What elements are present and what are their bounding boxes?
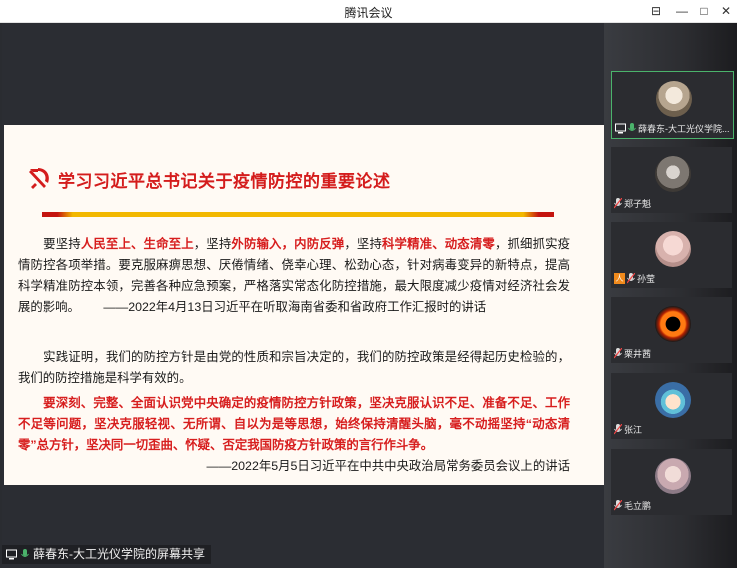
- mic-icon: [628, 122, 636, 131]
- avatar: [655, 156, 691, 192]
- screen-share-label: 薛春东-大工光仪学院的屏幕共享: [2, 545, 211, 564]
- participant-namebar: 毛立鹏: [614, 498, 651, 512]
- participant-name: 毛立鹏: [624, 500, 652, 511]
- mic-muted-icon: [614, 423, 622, 434]
- participant-tile[interactable]: 栗井茜: [611, 297, 732, 363]
- slide: 学习习近平总书记关于疫情防控的重要论述 要坚持人民至上、生命至上，坚持外防输入，…: [4, 125, 604, 485]
- avatar: [655, 382, 691, 418]
- maximize-button[interactable]: □: [694, 2, 714, 20]
- screen-icon: [6, 549, 17, 560]
- participant-namebar: 人 孙莹: [614, 271, 655, 285]
- avatar: [655, 231, 691, 267]
- minimize-button[interactable]: —: [672, 2, 692, 20]
- slide-header: 学习习近平总书记关于疫情防控的重要论述: [26, 163, 586, 193]
- screen-share-icon: [615, 123, 626, 133]
- participant-tile[interactable]: 郑子魁: [611, 147, 732, 213]
- slide-title: 学习习近平总书记关于疫情防控的重要论述: [58, 172, 391, 191]
- window-title: 腾讯会议: [344, 6, 393, 20]
- hammer-sickle-icon: [29, 168, 49, 189]
- avatar: [656, 81, 692, 117]
- p1-text: ，坚持: [344, 237, 382, 251]
- p2-text: 实践证明，我们的防控方针是由党的性质和宗旨决定的，我们的防控政策是经得起历史检验…: [18, 350, 570, 385]
- quote-paragraph-2: 实践证明，我们的防控方针是由党的性质和宗旨决定的，我们的防控政策是经得起历史检验…: [18, 347, 570, 389]
- participant-tile[interactable]: 张江: [611, 373, 732, 439]
- shared-screen: 学习习近平总书记关于疫情防控的重要论述 要坚持人民至上、生命至上，坚持外防输入，…: [2, 23, 604, 568]
- mic-muted-icon: [614, 347, 622, 358]
- participant-name: 薛春东-大工光仪学院...: [638, 123, 730, 134]
- p1-highlight: 科学精准、动态清零: [382, 237, 495, 251]
- mic-icon: [21, 549, 29, 557]
- participant-name: 栗井茜: [624, 348, 652, 359]
- participant-name: 孙莹: [637, 273, 656, 284]
- participant-name: 张江: [624, 424, 643, 435]
- mic-muted-icon: [614, 499, 622, 510]
- p1-text: ，坚持: [193, 237, 232, 251]
- pin-button[interactable]: ⊟: [646, 2, 666, 20]
- quote-paragraph-3: 要深刻、完整、全面认识党中央确定的疫情防控方针政策，坚决克服认识不足、准备不足、…: [18, 393, 570, 477]
- share-label-text: 薛春东-大工光仪学院的屏幕共享: [33, 547, 205, 561]
- quote-paragraph-1: 要坚持人民至上、生命至上，坚持外防输入，内防反弹，坚持科学精准、动态清零，抓细抓…: [18, 234, 570, 318]
- p3-highlight: 要深刻、完整、全面认识党中央确定的疫情防控方针政策，坚决克服认识不足、准备不足、…: [18, 396, 570, 452]
- participant-namebar: 薛春东-大工光仪学院...: [615, 121, 730, 135]
- participant-namebar: 张江: [614, 422, 642, 436]
- participant-namebar: 栗井茜: [614, 346, 651, 360]
- participant-namebar: 郑子魁: [614, 196, 651, 210]
- participant-panel: 薛春东-大工光仪学院... 郑子魁 人 孙莹 栗井茜 张江 毛立鹏: [604, 23, 737, 568]
- close-button[interactable]: ✕: [716, 2, 736, 20]
- p1-highlight: 外防输入，内防反弹: [231, 237, 345, 251]
- title-divider: [42, 212, 554, 217]
- mic-muted-icon: [614, 197, 622, 208]
- p1-source: ——2022年4月13日习近平在听取海南省委和省政府工作汇报时的讲话: [103, 300, 487, 314]
- participant-tile[interactable]: 人 孙莹: [611, 222, 732, 288]
- p1-highlight: 人民至上、生命至上: [80, 237, 194, 251]
- participant-name: 郑子魁: [624, 198, 652, 209]
- mic-muted-icon: [627, 272, 635, 283]
- avatar: [655, 306, 691, 342]
- avatar: [655, 458, 691, 494]
- user-icon: 人: [614, 272, 625, 284]
- participant-tile[interactable]: 毛立鹏: [611, 449, 732, 515]
- p3-source: ——2022年5月5日习近平在中共中央政治局常务委员会议上的讲话: [206, 459, 570, 473]
- title-bar: 腾讯会议 ⊟ — □ ✕: [0, 0, 737, 23]
- participant-tile[interactable]: 薛春东-大工光仪学院...: [611, 71, 734, 139]
- p1-text: 要坚持: [43, 237, 81, 251]
